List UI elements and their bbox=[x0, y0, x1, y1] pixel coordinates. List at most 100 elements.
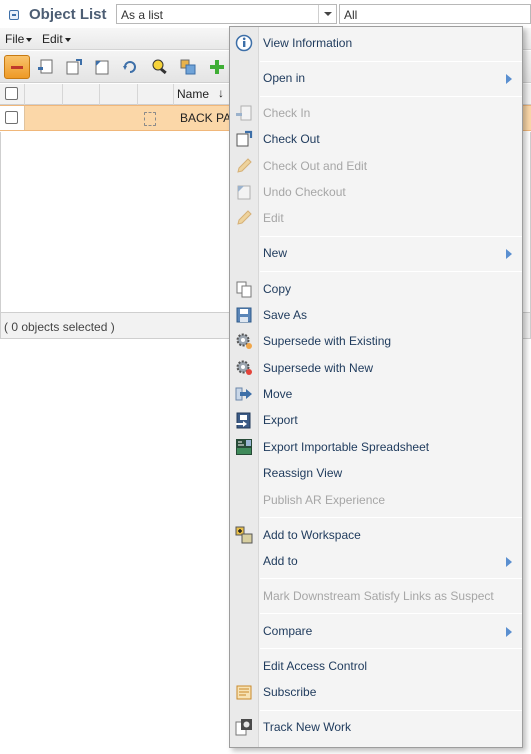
filter-select-value: All bbox=[344, 8, 358, 22]
undo-checkout-icon bbox=[235, 183, 253, 201]
add-to-workspace-icon[interactable] bbox=[177, 56, 199, 78]
submenu-arrow-icon bbox=[506, 557, 512, 567]
menu-item-add-to[interactable]: Add to bbox=[230, 548, 522, 574]
name-column-header[interactable]: Name bbox=[177, 87, 209, 101]
menu-item-label: Track New Work bbox=[263, 720, 352, 734]
menu-item-export[interactable]: Export bbox=[230, 407, 522, 433]
menu-item-publish-ar-experience[interactable]: Publish AR Experience bbox=[230, 487, 522, 513]
menu-item-label: Check Out bbox=[263, 132, 320, 146]
column-header[interactable] bbox=[25, 84, 63, 105]
check-in-icon[interactable] bbox=[34, 56, 56, 78]
menu-item-label: Export Importable Spreadsheet bbox=[263, 440, 430, 454]
menu-item-label: Check Out and Edit bbox=[263, 159, 368, 173]
menu-item-label: Supersede with New bbox=[263, 361, 374, 375]
column-header[interactable] bbox=[63, 84, 100, 105]
menu-item-add-to-workspace[interactable]: Add to Workspace bbox=[230, 522, 522, 548]
menu-item-edit-access-control[interactable]: Edit Access Control bbox=[230, 653, 522, 679]
menu-item-label: Subscribe bbox=[263, 685, 317, 699]
save-as-icon bbox=[235, 306, 253, 324]
menu-item-label: Edit bbox=[263, 211, 284, 225]
menu-item-reassign-view[interactable]: Reassign View bbox=[230, 460, 522, 486]
menu-item-label: Check In bbox=[263, 106, 311, 120]
row-name[interactable]: BACK PA bbox=[180, 111, 231, 125]
chevron-down-icon[interactable] bbox=[318, 5, 336, 23]
column-header[interactable] bbox=[138, 84, 174, 105]
select-all-cell bbox=[0, 84, 25, 105]
menu-item-label: View Information bbox=[263, 36, 353, 50]
menu-item-save-as[interactable]: Save As bbox=[230, 302, 522, 328]
menu-item-view-information[interactable]: View Information bbox=[230, 30, 522, 56]
subscribe-icon bbox=[235, 683, 253, 701]
menu-item-edit[interactable]: Edit bbox=[230, 205, 522, 231]
menu-item-track-new-work[interactable]: Track New Work bbox=[230, 714, 522, 740]
menu-item-label: Reassign View bbox=[263, 466, 343, 480]
view-select[interactable]: As a list bbox=[116, 4, 337, 24]
menu-separator bbox=[260, 578, 522, 579]
submenu-arrow-icon bbox=[506, 74, 512, 84]
menu-item-subscribe[interactable]: Subscribe bbox=[230, 679, 522, 705]
menu-file[interactable]: File bbox=[5, 32, 32, 46]
menu-separator bbox=[260, 613, 522, 614]
menu-item-supersede-with-existing[interactable]: Supersede with Existing bbox=[230, 328, 522, 354]
remove-icon[interactable] bbox=[4, 55, 30, 79]
pencil-icon bbox=[235, 209, 253, 227]
menu-item-compare[interactable]: Compare bbox=[230, 618, 522, 644]
spreadsheet-icon bbox=[235, 438, 253, 456]
add-workspace-icon bbox=[235, 526, 253, 544]
menu-item-check-out[interactable]: Check Out bbox=[230, 126, 522, 152]
menu-item-label: Add to Workspace bbox=[263, 528, 361, 542]
menu-item-check-in[interactable]: Check In bbox=[230, 100, 522, 126]
selection-status: ( 0 objects selected ) bbox=[4, 320, 115, 334]
sort-descending-icon: ↓ bbox=[218, 86, 224, 100]
menu-item-copy[interactable]: Copy bbox=[230, 276, 522, 302]
add-icon[interactable] bbox=[206, 56, 228, 78]
menu-item-label: Save As bbox=[263, 308, 308, 322]
row-checkbox[interactable] bbox=[5, 111, 18, 124]
menu-edit[interactable]: Edit bbox=[42, 32, 71, 46]
copy-icon bbox=[235, 280, 253, 298]
menu-item-check-out-and-edit[interactable]: Check Out and Edit bbox=[230, 153, 522, 179]
undo-checkout-icon[interactable] bbox=[91, 56, 113, 78]
menu-item-label: Edit Access Control bbox=[263, 659, 368, 673]
menu-separator bbox=[260, 236, 522, 237]
check-out-icon bbox=[235, 130, 253, 148]
check-in-icon bbox=[235, 104, 253, 122]
menu-separator bbox=[260, 61, 522, 62]
menu-item-label: Export bbox=[263, 413, 298, 427]
menu-item-label: Supersede with Existing bbox=[263, 334, 392, 348]
menu-separator bbox=[260, 648, 522, 649]
menu-item-mark-downstream-satisfy-links[interactable]: Mark Downstream Satisfy Links as Suspect bbox=[230, 583, 522, 609]
menu-item-export-importable-spreadsheet[interactable]: Export Importable Spreadsheet bbox=[230, 434, 522, 460]
menu-item-label: Undo Checkout bbox=[263, 185, 346, 199]
row-select-cell bbox=[0, 106, 25, 130]
info-icon bbox=[235, 34, 253, 52]
track-work-icon bbox=[235, 718, 253, 736]
menu-separator bbox=[260, 710, 522, 711]
menu-item-open-in[interactable]: Open in bbox=[230, 65, 522, 91]
export-icon bbox=[235, 411, 253, 429]
menu-item-new[interactable]: New bbox=[230, 240, 522, 266]
document-icon bbox=[144, 112, 156, 126]
menu-separator bbox=[260, 517, 522, 518]
collapse-icon[interactable] bbox=[9, 10, 19, 20]
refresh-icon[interactable] bbox=[119, 56, 141, 78]
filter-select[interactable]: All bbox=[339, 4, 531, 24]
menu-item-label: Mark Downstream Satisfy Links as Suspect bbox=[263, 589, 494, 603]
menu-item-label: Move bbox=[263, 387, 293, 401]
menu-item-label: New bbox=[263, 246, 288, 260]
column-header[interactable] bbox=[100, 84, 138, 105]
panel-title: Object List bbox=[29, 6, 107, 23]
menu-item-label: Copy bbox=[263, 282, 292, 296]
menu-item-label: Open in bbox=[263, 71, 306, 85]
context-menu: View Information Open in Check In Check … bbox=[229, 26, 523, 748]
menu-item-undo-checkout[interactable]: Undo Checkout bbox=[230, 179, 522, 205]
menu-item-supersede-with-new[interactable]: Supersede with New bbox=[230, 355, 522, 381]
gear-new-icon bbox=[235, 359, 253, 377]
move-arrow-icon bbox=[235, 385, 253, 403]
menu-separator bbox=[260, 96, 522, 97]
menu-item-label: Publish AR Experience bbox=[263, 493, 386, 507]
check-out-icon[interactable] bbox=[63, 56, 85, 78]
select-all-checkbox[interactable] bbox=[5, 87, 18, 100]
search-icon[interactable] bbox=[149, 56, 171, 78]
menu-item-move[interactable]: Move bbox=[230, 381, 522, 407]
